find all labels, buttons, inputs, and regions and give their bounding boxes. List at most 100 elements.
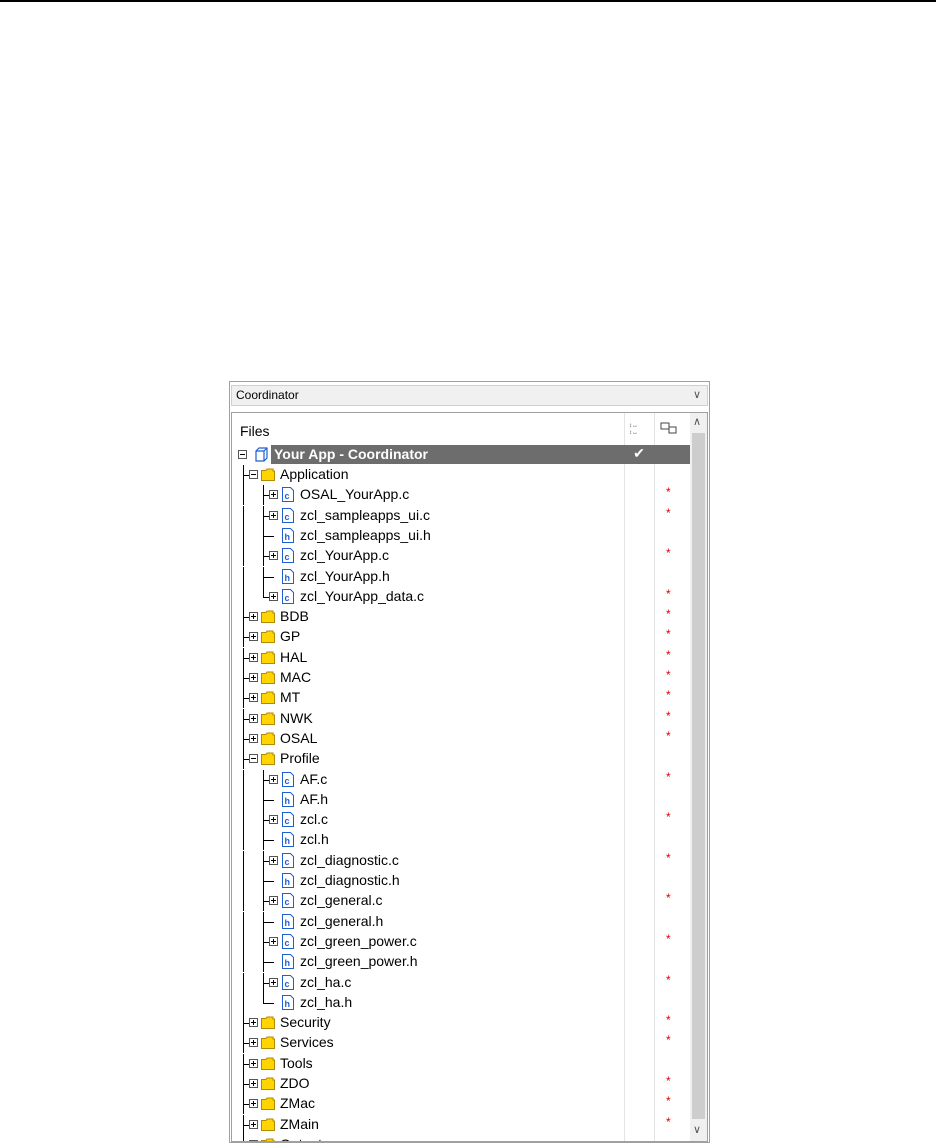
expand-toggle-icon[interactable] xyxy=(269,592,278,601)
tree-file-row[interactable]: c zcl_general.c * xyxy=(232,891,690,911)
tree-folder-row[interactable]: Application xyxy=(232,465,690,485)
svg-text:c: c xyxy=(285,491,290,501)
tree-item-label: zcl_diagnostic.h xyxy=(300,872,400,888)
tree-file-row[interactable]: h zcl_green_power.h xyxy=(232,952,690,972)
tree-file-row[interactable]: h zcl_general.h xyxy=(232,912,690,932)
tree-folder-row[interactable]: HAL * xyxy=(232,648,690,668)
expand-toggle-icon[interactable] xyxy=(269,896,278,905)
tree-folder-row[interactable]: GP * xyxy=(232,627,690,647)
tree-item-label: zcl_YourApp_data.c xyxy=(300,588,425,604)
collapse-toggle-icon[interactable] xyxy=(238,450,247,459)
tree-file-row[interactable]: h zcl_ha.h xyxy=(232,993,690,1013)
expand-toggle-icon[interactable] xyxy=(249,1140,258,1142)
expand-toggle-icon[interactable] xyxy=(269,551,278,560)
tree-item-label: MT xyxy=(280,689,301,705)
tree-folder-row[interactable]: NWK * xyxy=(232,709,690,729)
header-file-icon: h xyxy=(282,954,294,969)
collapse-toggle-icon[interactable] xyxy=(249,754,258,763)
tree-file-row[interactable]: h zcl.h xyxy=(232,830,690,850)
tree-file-row[interactable]: c zcl_YourApp_data.c * xyxy=(232,587,690,607)
tree-item-label: zcl_YourApp.c xyxy=(300,547,389,563)
tree-item-label: AF.c xyxy=(300,771,328,787)
expand-toggle-icon[interactable] xyxy=(249,1120,258,1129)
expand-toggle-icon[interactable] xyxy=(269,937,278,946)
tree-file-row[interactable]: c zcl_ha.c * xyxy=(232,973,690,993)
file-tree: Files ↕↔ ↕↔ Your App - Coordinator ✔ App… xyxy=(231,412,708,1142)
expand-toggle-icon[interactable] xyxy=(269,856,278,865)
expand-toggle-icon[interactable] xyxy=(249,653,258,662)
tree-file-row[interactable]: h zcl_YourApp.h xyxy=(232,567,690,587)
tree-folder-row[interactable]: MAC * xyxy=(232,668,690,688)
c-source-file-icon: c xyxy=(282,975,294,990)
expand-toggle-icon[interactable] xyxy=(249,693,258,702)
c-source-file-icon: c xyxy=(282,548,294,563)
tree-folder-row[interactable]: MT * xyxy=(232,688,690,708)
tree-folder-row[interactable]: ZMac * xyxy=(232,1094,690,1114)
tree-folder-row[interactable]: Profile xyxy=(232,749,690,769)
tree-folder-row[interactable]: ZDO * xyxy=(232,1074,690,1094)
expand-toggle-icon[interactable] xyxy=(269,511,278,520)
tree-file-row[interactable]: c zcl_sampleapps_ui.c * xyxy=(232,506,690,526)
out-of-date-marker: * xyxy=(666,1094,671,1108)
tree-file-row[interactable]: c zcl_YourApp.c * xyxy=(232,546,690,566)
c-source-file-icon: c xyxy=(282,812,294,827)
collapse-toggle-icon[interactable] xyxy=(249,470,258,479)
workspace-icon xyxy=(255,447,268,462)
tree-item-label: HAL xyxy=(280,649,308,665)
tree-folder-row[interactable]: ZMain * xyxy=(232,1115,690,1135)
folder-icon xyxy=(261,712,275,725)
expand-toggle-icon[interactable] xyxy=(249,1059,258,1068)
tree-file-row[interactable]: c zcl.c * xyxy=(232,810,690,830)
expand-toggle-icon[interactable] xyxy=(249,1038,258,1047)
tree-folder-row[interactable]: Output xyxy=(232,1135,690,1142)
scroll-up-arrow-icon[interactable]: ∧ xyxy=(693,415,701,428)
tree-folder-row[interactable]: Services * xyxy=(232,1033,690,1053)
svg-text:h: h xyxy=(285,958,291,968)
tree-item-label: Output xyxy=(280,1136,322,1141)
expand-toggle-icon[interactable] xyxy=(269,978,278,987)
expand-toggle-icon[interactable] xyxy=(269,815,278,824)
expand-toggle-icon[interactable] xyxy=(249,1079,258,1088)
tree-item-label: zcl_green_power.c xyxy=(300,933,417,949)
tree-folder-row[interactable]: Tools xyxy=(232,1054,690,1074)
compile-check-icon[interactable]: ↕↔ ↕↔ xyxy=(628,421,646,435)
svg-text:c: c xyxy=(285,897,290,907)
tree-folder-row[interactable]: Security * xyxy=(232,1013,690,1033)
expand-toggle-icon[interactable] xyxy=(249,632,258,641)
vertical-scrollbar[interactable]: ∧ ∨ xyxy=(690,413,707,1141)
header-file-icon: h xyxy=(282,792,294,807)
svg-text:h: h xyxy=(285,836,291,846)
folder-icon xyxy=(261,651,275,664)
expand-toggle-icon[interactable] xyxy=(249,673,258,682)
workspace-panel: Coordinator ∨ Files ↕↔ ↕↔ Your App - Coo… xyxy=(229,381,710,1143)
tree-item-label: Tools xyxy=(280,1055,313,1071)
tree-item-label: zcl_ha.c xyxy=(300,974,352,990)
project-root-row[interactable]: Your App - Coordinator ✔ xyxy=(232,445,690,465)
tree-file-row[interactable]: h zcl_sampleapps_ui.h xyxy=(232,526,690,546)
expand-toggle-icon[interactable] xyxy=(269,775,278,784)
output-icon[interactable] xyxy=(660,421,678,435)
out-of-date-marker: * xyxy=(666,688,671,702)
configuration-dropdown[interactable]: Coordinator ∨ xyxy=(231,385,708,406)
expand-toggle-icon[interactable] xyxy=(249,1018,258,1027)
tree-file-row[interactable]: c zcl_diagnostic.c * xyxy=(232,851,690,871)
expand-toggle-icon[interactable] xyxy=(249,1099,258,1108)
tree-folder-row[interactable]: OSAL * xyxy=(232,729,690,749)
expand-toggle-icon[interactable] xyxy=(249,734,258,743)
tree-file-row[interactable]: h AF.h xyxy=(232,790,690,810)
scrollbar-thumb[interactable] xyxy=(692,433,705,1119)
tree-file-row[interactable]: h zcl_diagnostic.h xyxy=(232,871,690,891)
expand-toggle-icon[interactable] xyxy=(249,714,258,723)
tree-folder-row[interactable]: BDB * xyxy=(232,607,690,627)
header-file-icon: h xyxy=(282,914,294,929)
expand-toggle-icon[interactable] xyxy=(269,490,278,499)
tree-file-row[interactable]: c OSAL_YourApp.c * xyxy=(232,485,690,505)
folder-icon xyxy=(261,1138,275,1141)
expand-toggle-icon[interactable] xyxy=(249,612,258,621)
tree-file-row[interactable]: c zcl_green_power.c * xyxy=(232,932,690,952)
svg-text:h: h xyxy=(285,532,291,542)
tree-file-row[interactable]: c AF.c * xyxy=(232,770,690,790)
scroll-down-arrow-icon[interactable]: ∨ xyxy=(693,1123,701,1136)
folder-icon xyxy=(261,1057,275,1070)
chevron-down-icon[interactable]: ∨ xyxy=(693,386,701,405)
